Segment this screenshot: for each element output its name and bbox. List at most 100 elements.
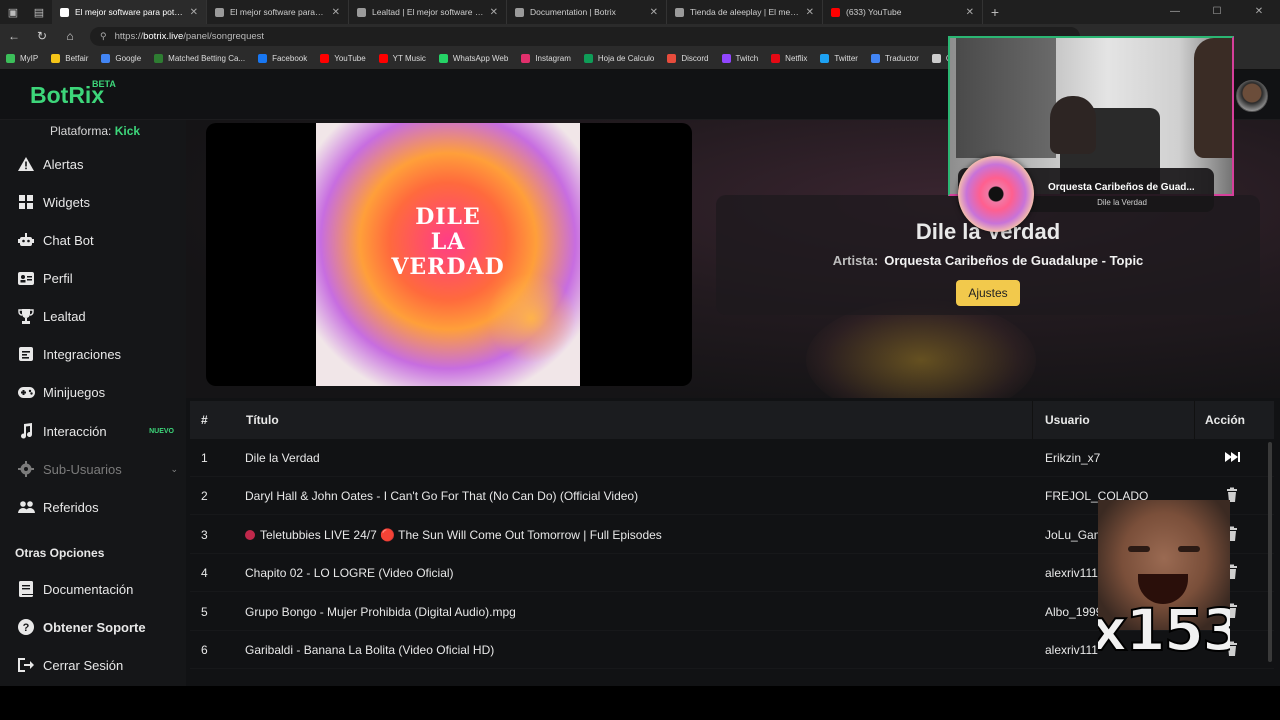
site-info-icon[interactable]: ⚲ bbox=[100, 31, 107, 42]
queue-scrollbar[interactable] bbox=[1268, 442, 1272, 662]
bookmark-label: Traductor bbox=[884, 54, 919, 63]
trophy-icon bbox=[17, 308, 35, 324]
bookmark-item[interactable]: Discord bbox=[667, 54, 709, 63]
sidebar-item-sub-usuarios[interactable]: Sub-Usuarios ⌄ bbox=[0, 454, 186, 484]
url-input[interactable]: ⚲ https://botrix.live/panel/songrequest bbox=[90, 26, 1080, 46]
sidebar-item-minijuegos[interactable]: Minijuegos bbox=[0, 377, 186, 407]
row-number: 6 bbox=[201, 643, 208, 657]
home-icon[interactable]: ⌂ bbox=[56, 29, 84, 43]
url-prefix: https:// bbox=[114, 30, 144, 42]
sidebar-item-label: Lealtad bbox=[43, 308, 86, 324]
bookmark-item[interactable]: Hoja de Calculo bbox=[583, 54, 655, 63]
row-title: Teletubbies LIVE 24/7 🔴 The Sun Will Com… bbox=[260, 527, 662, 542]
close-tab-icon[interactable]: ✕ bbox=[806, 7, 814, 18]
row-user: Erikzin_x7 bbox=[1045, 451, 1101, 465]
skip-icon[interactable] bbox=[1224, 449, 1240, 465]
row-title: Grupo Bongo - Mujer Prohibida (Digital A… bbox=[245, 604, 516, 619]
row-number: 4 bbox=[201, 566, 208, 581]
bookmark-item[interactable]: Netflix bbox=[771, 54, 807, 63]
sidebar-item-widgets[interactable]: Widgets bbox=[0, 187, 186, 217]
tab-actions-icon[interactable]: ▤ bbox=[26, 0, 52, 24]
browser-tab[interactable]: (633) YouTube ✕ bbox=[823, 0, 983, 24]
bookmark-label: Facebook bbox=[272, 54, 308, 63]
tab-label: Documentation | Botrix bbox=[530, 7, 616, 17]
gamepad-icon bbox=[17, 384, 35, 400]
workspaces-icon[interactable]: ▣ bbox=[0, 0, 26, 24]
album-cover: DILE LA VERDAD bbox=[316, 123, 580, 386]
bookmark-label: Instagram bbox=[535, 54, 571, 63]
bookmark-item[interactable]: Betfair bbox=[51, 54, 88, 63]
bookmark-item[interactable]: YouTube bbox=[320, 54, 366, 63]
settings-button[interactable]: Ajustes bbox=[956, 280, 1020, 306]
row-number: 1 bbox=[201, 451, 208, 465]
svg-text:?: ? bbox=[23, 622, 30, 634]
browser-tab[interactable]: El mejor software para poten ✕ bbox=[52, 0, 207, 24]
tab-favicon-icon bbox=[675, 7, 684, 17]
bookmark-favicon-icon bbox=[521, 54, 531, 63]
bookmark-item[interactable]: Matched Betting Ca... bbox=[154, 54, 245, 63]
close-tab-icon[interactable]: ✕ bbox=[490, 7, 498, 18]
bookmark-item[interactable]: YT Music bbox=[378, 54, 426, 63]
col-title: Título bbox=[246, 413, 279, 427]
tab-favicon-icon bbox=[357, 7, 366, 17]
sidebar-item-cerrar-sesi-n[interactable]: Cerrar Sesión bbox=[0, 650, 186, 680]
back-icon[interactable]: ← bbox=[0, 29, 28, 43]
profile-card-icon bbox=[17, 270, 35, 286]
row-number: 3 bbox=[201, 527, 208, 542]
sidebar-item-referidos[interactable]: Referidos bbox=[0, 492, 186, 522]
bookmark-item[interactable]: MyIP bbox=[6, 54, 38, 63]
botrix-logo[interactable]: BotRix BETA bbox=[30, 79, 116, 109]
sidebar-item-alertas[interactable]: Alertas bbox=[0, 149, 186, 179]
browser-tab[interactable]: Documentation | Botrix ✕ bbox=[507, 0, 667, 24]
bookmark-item[interactable]: Twitter bbox=[820, 54, 858, 63]
maximize-icon[interactable]: ☐ bbox=[1196, 0, 1238, 24]
bookmark-item[interactable]: WhatsApp Web bbox=[438, 54, 508, 63]
new-badge: NUEVO bbox=[149, 427, 174, 435]
sidebar-item-integraciones[interactable]: Integraciones bbox=[0, 339, 186, 369]
sidebar-item-label: Referidos bbox=[43, 499, 99, 515]
bookmark-label: Google bbox=[115, 54, 142, 63]
browser-tab[interactable]: El mejor software para potenciar ✕ bbox=[207, 0, 349, 24]
row-user: JoLu_Gam bbox=[1045, 527, 1104, 542]
help-icon: ? bbox=[17, 619, 35, 635]
cover-text: DILE LA VERDAD bbox=[391, 204, 505, 280]
bookmark-item[interactable]: Google bbox=[101, 54, 141, 63]
bookmark-item[interactable]: Twitch bbox=[721, 54, 758, 63]
sidebar-item-label: Minijuegos bbox=[43, 384, 106, 400]
close-tab-icon[interactable]: ✕ bbox=[332, 7, 340, 18]
artist-line: Artista: Orquesta Caribeños de Guadalupe … bbox=[716, 253, 1260, 268]
bookmark-label: Hoja de Calculo bbox=[597, 54, 655, 63]
browser-tab[interactable]: Tienda de aleeplay | El mejor softw ✕ bbox=[667, 0, 823, 24]
bookmark-label: YouTube bbox=[334, 54, 366, 63]
bookmark-item[interactable]: Facebook bbox=[258, 54, 307, 63]
close-window-icon[interactable]: ✕ bbox=[1238, 0, 1280, 24]
video-player[interactable]: DILE LA VERDAD bbox=[206, 123, 692, 386]
reload-icon[interactable]: ↻ bbox=[28, 29, 56, 43]
sidebar-item-lealtad[interactable]: Lealtad bbox=[0, 301, 186, 331]
sidebar-item-documentaci-n[interactable]: Documentación bbox=[0, 574, 186, 604]
bookmark-favicon-icon bbox=[820, 54, 830, 63]
sidebar-item-obtener-soporte[interactable]: ? Obtener Soporte bbox=[0, 612, 186, 642]
minimize-icon[interactable]: — bbox=[1154, 0, 1196, 24]
browser-tab-strip: ▣ ▤ El mejor software para poten ✕ El mejo… bbox=[0, 0, 1280, 24]
row-title-cell: Daryl Hall & John Oates - I Can't Go For… bbox=[245, 489, 638, 503]
close-tab-icon[interactable]: ✕ bbox=[190, 7, 198, 18]
sidebar-item-label: Cerrar Sesión bbox=[43, 657, 124, 673]
avatar[interactable] bbox=[1236, 80, 1268, 112]
bookmark-item[interactable]: Traductor bbox=[870, 54, 919, 63]
sidebar-item-perfil[interactable]: Perfil bbox=[0, 263, 186, 293]
sidebar-item-interacci-n[interactable]: Interacción NUEVO bbox=[0, 416, 186, 446]
bookmark-item[interactable]: Instagram bbox=[521, 54, 571, 63]
meme-counter: x153 bbox=[1098, 595, 1230, 665]
close-tab-icon[interactable]: ✕ bbox=[966, 7, 974, 18]
bookmark-favicon-icon bbox=[101, 54, 111, 63]
alert-icon bbox=[17, 156, 35, 172]
row-title: Daryl Hall & John Oates - I Can't Go For… bbox=[245, 489, 639, 504]
new-tab-button[interactable]: + bbox=[983, 4, 1007, 20]
close-tab-icon[interactable]: ✕ bbox=[650, 7, 658, 18]
sidebar-item-label: Chat Bot bbox=[43, 232, 94, 248]
sidebar-item-chat-bot[interactable]: Chat Bot bbox=[0, 225, 186, 255]
browser-tab[interactable]: Lealtad | El mejor software para p ✕ bbox=[349, 0, 507, 24]
chevron-down-icon: ⌄ bbox=[170, 463, 178, 474]
platform-value: Kick bbox=[114, 124, 141, 138]
